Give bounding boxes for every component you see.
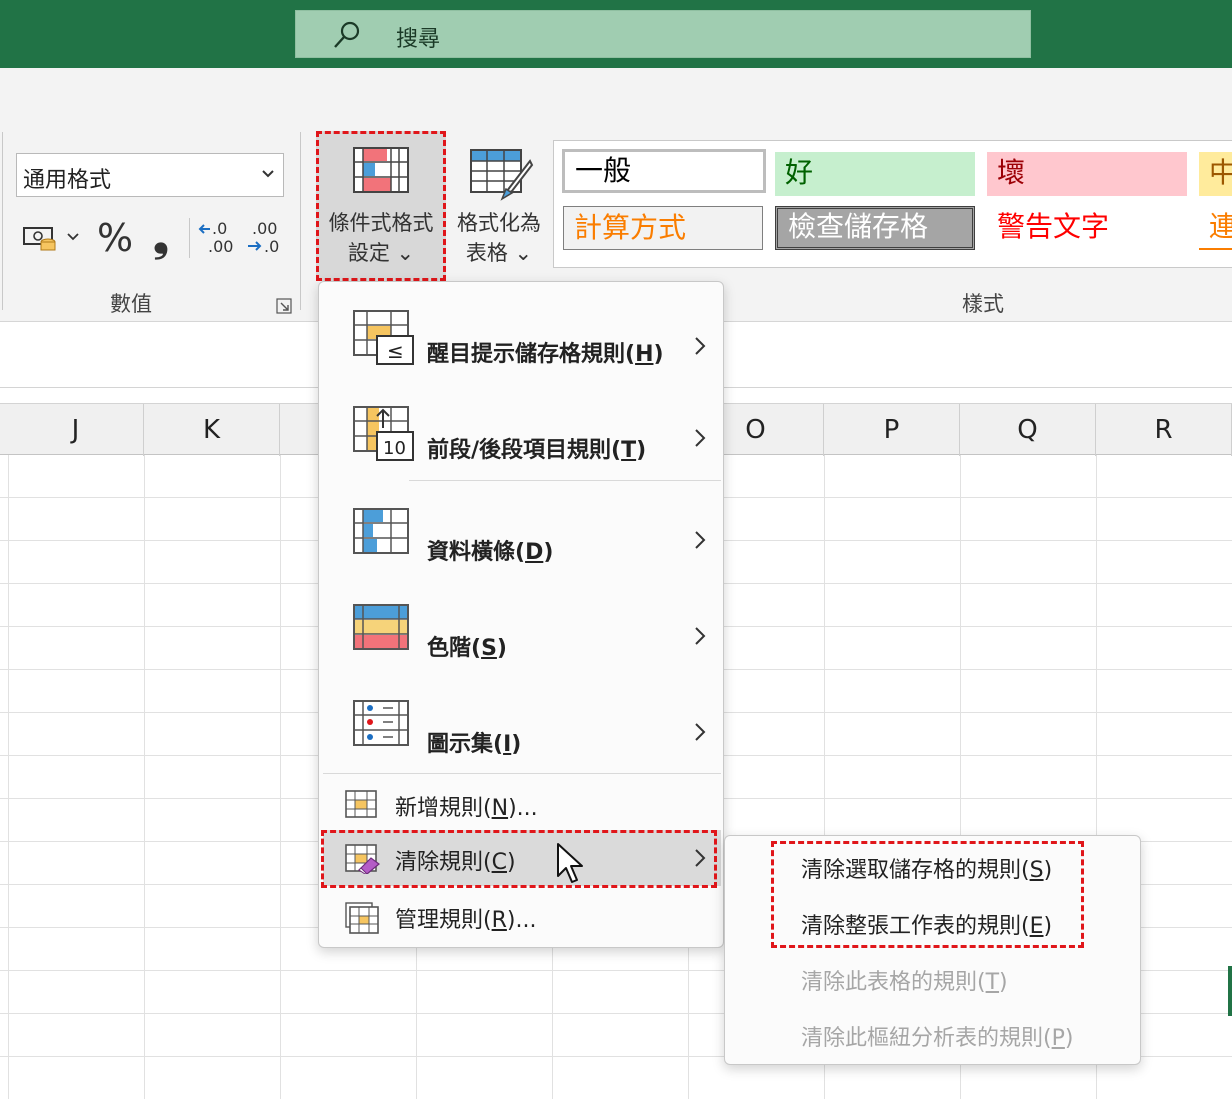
menu-item-top-bottom-rules[interactable]: 10 前段/後段項目規則(T) [319, 392, 723, 476]
chevron-right-icon [695, 723, 706, 741]
less-equal-sign: ≤ [387, 339, 404, 363]
number-group-label: 數值 [110, 292, 152, 316]
format-as-table-button[interactable]: 格式化為 表格 ⌄ [448, 131, 550, 281]
number-format-dropdown[interactable]: 通用格式 [16, 153, 284, 197]
menu-item-icon-sets[interactable]: 圖示集(I) [319, 686, 723, 770]
top-bottom-rules-icon: 10 [353, 406, 414, 461]
number-format-value: 通用格式 [23, 168, 112, 193]
style-normal-label: 一般 [575, 154, 632, 187]
styles-group-label: 樣式 [962, 292, 1004, 316]
column-header-q[interactable]: Q [960, 404, 1096, 456]
style-normal[interactable]: 一般 [562, 149, 766, 193]
style-neutral[interactable]: 中 [1199, 152, 1232, 196]
style-check-cell-label: 檢查儲存格 [788, 210, 929, 243]
highlight-cells-rules-icon: ≤ [353, 310, 414, 365]
style-neutral-label: 中 [1209, 156, 1232, 189]
dialog-launcher-icon[interactable] [276, 298, 292, 314]
increase-decimal-icon: .0 .00 [198, 219, 233, 256]
color-scales-icon [353, 604, 409, 650]
clear-this-table-rules: 清除此表格的規則(T) [801, 970, 1008, 995]
menu-item-icon-sets-label: 圖示集(I) [427, 732, 522, 757]
search-box[interactable]: 搜尋 [295, 10, 1031, 58]
increase-decimal-button[interactable]: .0 .00 [196, 218, 240, 258]
decrease-decimal-icon: .00 .0 [248, 219, 279, 256]
column-header-j[interactable]: J [8, 404, 144, 456]
menu-item-top-bottom-rules-label: 前段/後段項目規則(T) [427, 438, 647, 463]
icon-sets-icon [353, 700, 409, 746]
grid-line [8, 455, 9, 1099]
style-warning-text-label: 警告文字 [997, 210, 1110, 243]
decrease-decimal-button[interactable]: .00 .0 [244, 218, 288, 258]
column-header-k[interactable]: K [144, 404, 280, 456]
style-warning-text[interactable]: 警告文字 [987, 206, 1187, 250]
column-header-p[interactable]: P [824, 404, 960, 456]
style-check-cell[interactable]: 檢查儲存格 [775, 206, 975, 250]
search-placeholder: 搜尋 [396, 27, 441, 52]
accounting-format-button[interactable] [20, 220, 88, 256]
chevron-down-icon [262, 170, 274, 178]
style-calculation-label: 計算方式 [574, 211, 687, 244]
menu-item-new-rule[interactable]: 新增規則(N)... [319, 778, 723, 828]
cell-styles-gallery: 一般 好 壞 中 計算方式 檢查儲存格 警告文字 連 [553, 140, 1232, 268]
accounting-icon [23, 227, 79, 251]
percent-icon: % [96, 216, 134, 260]
ft-label-line1: 格式化為 [457, 211, 541, 235]
menu-item-new-rule-label: 新增規則(N)... [395, 796, 538, 821]
menu-item-data-bars-label: 資料橫條(D) [427, 540, 554, 565]
svg-text:.0: .0 [212, 219, 227, 238]
percent-style-button[interactable]: % [94, 216, 136, 260]
format-as-table-icon [470, 149, 534, 201]
column-header-r[interactable]: R [1096, 404, 1232, 456]
menu-item-color-scales-label: 色階(S) [427, 636, 507, 661]
svg-text:.00: .00 [208, 237, 233, 256]
menu-separator [323, 773, 721, 774]
highlight-annotation [316, 131, 446, 281]
scroll-marker [1228, 966, 1232, 1016]
style-bad[interactable]: 壞 [987, 152, 1187, 196]
data-bars-icon [353, 508, 409, 554]
search-icon [334, 21, 360, 48]
style-good-label: 好 [785, 156, 814, 189]
clear-this-pivot-rules: 清除此樞紐分析表的規則(P) [801, 1026, 1074, 1051]
ft-label-line2: 表格 ⌄ [465, 241, 533, 265]
svg-text:.0: .0 [264, 237, 279, 256]
svg-text:.00: .00 [252, 219, 277, 238]
menu-item-highlight-rules[interactable]: ≤ 醒目提示儲存格規則(H) [319, 296, 723, 380]
new-rule-icon [345, 790, 377, 818]
menu-item-color-scales[interactable]: 色階(S) [319, 590, 723, 674]
menu-item-manage-rules[interactable]: 管理規則(R)... [319, 890, 723, 940]
style-good[interactable]: 好 [775, 152, 975, 196]
menu-separator [409, 480, 721, 481]
comma-style-button[interactable]: ❟ [144, 215, 178, 261]
ribbon-separator [2, 132, 3, 310]
chevron-right-icon [695, 531, 706, 549]
menu-item-highlight-rules-label: 醒目提示儲存格規則(H) [427, 342, 664, 367]
style-bad-label: 壞 [997, 156, 1026, 189]
style-calculation[interactable]: 計算方式 [563, 206, 763, 250]
style-linked-cell[interactable]: 連 [1199, 206, 1232, 250]
title-bar: 搜尋 [0, 0, 1232, 68]
chevron-right-icon [695, 337, 706, 355]
menu-item-manage-rules-label: 管理規則(R)... [395, 908, 537, 933]
chevron-right-icon [695, 429, 706, 447]
style-linked-cell-label: 連 [1209, 210, 1232, 243]
chevron-right-icon [695, 627, 706, 645]
comma-icon: ❟ [153, 215, 169, 261]
top-10-number: 10 [383, 438, 406, 459]
grid-line [144, 455, 145, 1099]
highlight-annotation [321, 830, 717, 888]
menu-item-data-bars[interactable]: 資料橫條(D) [319, 494, 723, 578]
manage-rules-icon [345, 902, 379, 934]
grid-line [280, 455, 281, 1099]
ribbon-separator [189, 218, 190, 258]
ribbon-separator [300, 132, 301, 310]
highlight-annotation [771, 841, 1084, 948]
mouse-pointer-icon [557, 843, 583, 883]
